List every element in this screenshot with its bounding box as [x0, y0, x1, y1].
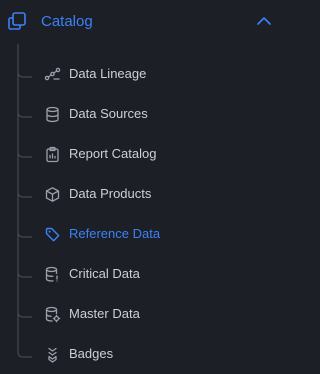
nav-item-data-products[interactable]: Data Products — [0, 174, 281, 214]
nav-item-data-sources[interactable]: Data Sources — [0, 94, 281, 134]
lineage-icon — [44, 66, 61, 83]
tag-icon — [44, 226, 61, 243]
clipboard-icon — [44, 146, 61, 163]
nav-item-label: Data Products — [69, 186, 152, 201]
nav-item-label: Critical Data — [69, 266, 140, 281]
database-alert-icon — [44, 266, 61, 283]
nav-item-label: Master Data — [69, 306, 140, 321]
nav-item-label: Data Lineage — [69, 66, 147, 81]
nav-item-data-lineage[interactable]: Data Lineage — [0, 54, 281, 94]
nav-item-master-data[interactable]: Master Data — [0, 294, 281, 334]
nav-item-label: Reference Data — [69, 226, 161, 241]
nav-item-reference-data[interactable]: Reference Data — [0, 214, 281, 254]
box-icon — [44, 186, 61, 203]
catalog-subnav: Data Lineage Data Sources Report Catalog — [0, 0, 281, 373]
nav-item-label: Badges — [69, 346, 114, 361]
database-settings-icon — [44, 306, 61, 323]
nav-item-badges[interactable]: Badges — [0, 334, 281, 374]
nav-item-critical-data[interactable]: Critical Data — [0, 254, 281, 294]
nav-item-label: Data Sources — [69, 106, 148, 121]
chevrons-stack-icon — [44, 346, 61, 363]
database-icon — [44, 106, 61, 123]
nav-item-label: Report Catalog — [69, 146, 157, 161]
nav-item-report-catalog[interactable]: Report Catalog — [0, 134, 281, 174]
